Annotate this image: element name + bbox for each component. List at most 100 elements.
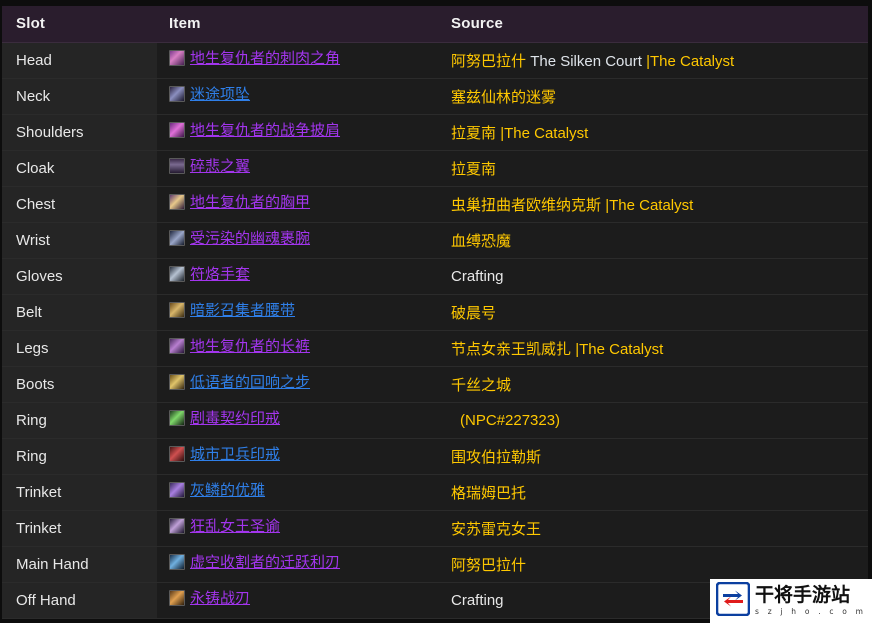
item-link[interactable]: 低语者的回响之步: [169, 374, 310, 390]
source-catalyst[interactable]: The Catalyst: [650, 53, 734, 70]
slot-cell: Off Hand: [2, 582, 157, 619]
source-boss[interactable]: 格瑞姆巴托: [451, 485, 526, 502]
source-boss[interactable]: 千丝之城: [451, 377, 511, 394]
source-cell: 安苏雷克女王: [439, 510, 868, 547]
item-link[interactable]: 虚空收割者的迁跃利刃: [169, 554, 340, 570]
source-boss[interactable]: 阿努巴拉什: [451, 557, 526, 574]
chest-icon: [169, 194, 185, 210]
source-boss[interactable]: 拉夏南: [451, 161, 496, 178]
column-header-slot[interactable]: Slot: [2, 6, 157, 43]
item-cell: 碎悲之翼: [157, 150, 439, 187]
item-cell: 狂乱女王圣谕: [157, 510, 439, 547]
source-cell: 拉夏南 |The Catalyst: [439, 114, 868, 151]
source-boss[interactable]: 虫巢扭曲者欧维纳克斯: [451, 197, 601, 214]
watermark-title: 干将手游站: [755, 584, 851, 607]
item-name: 受污染的幽魂裹腕: [190, 229, 311, 247]
slot-cell: Trinket: [2, 510, 157, 547]
item-link[interactable]: 地生复仇者的胸甲: [169, 194, 310, 210]
source-boss[interactable]: 阿努巴拉什: [451, 53, 526, 70]
source-boss[interactable]: 塞兹仙林的迷雾: [451, 89, 556, 106]
item-name: 低语者的回响之步: [190, 373, 311, 391]
source-catalyst[interactable]: The Catalyst: [609, 197, 693, 214]
item-name: 地生复仇者的长裤: [190, 337, 311, 355]
table-row: Gloves 符烙手套 Crafting: [2, 258, 868, 295]
source-boss[interactable]: 安苏雷克女王: [451, 521, 541, 538]
slot-cell: Chest: [2, 186, 157, 223]
source-boss[interactable]: 围攻伯拉勒斯: [451, 449, 541, 466]
source-cell: 格瑞姆巴托: [439, 474, 868, 511]
item-link[interactable]: 符烙手套: [169, 266, 250, 282]
boots-icon: [169, 374, 185, 390]
item-name: 永铸战刃: [190, 589, 251, 607]
item-link[interactable]: 狂乱女王圣谕: [169, 518, 280, 534]
item-name: 碎悲之翼: [190, 157, 251, 175]
slot-cell: Ring: [2, 438, 157, 475]
item-cell: 永铸战刃: [157, 582, 439, 619]
slot-cell: Ring: [2, 402, 157, 439]
trinket-icon: [169, 518, 185, 534]
gloves-icon: [169, 266, 185, 282]
source-plain: Crafting: [451, 267, 504, 285]
source-boss[interactable]: 破晨号: [451, 305, 496, 322]
item-cell: 低语者的回响之步: [157, 366, 439, 403]
ring-icon: [169, 446, 185, 462]
cloak-icon: [169, 158, 185, 174]
item-cell: 迷途项坠: [157, 78, 439, 115]
recycle-arrows-icon: [715, 581, 751, 621]
source-catalyst[interactable]: The Catalyst: [504, 125, 588, 142]
item-name: 灰鳞的优雅: [190, 481, 266, 499]
item-cell: 剧毒契约印戒: [157, 402, 439, 439]
item-link[interactable]: 地生复仇者的刺肉之角: [169, 50, 340, 66]
column-header-item[interactable]: Item: [157, 6, 439, 43]
source-cell: 虫巢扭曲者欧维纳克斯 |The Catalyst: [439, 186, 868, 223]
item-link[interactable]: 永铸战刃: [169, 590, 250, 606]
source-cell: 围攻伯拉勒斯: [439, 438, 868, 475]
table-row: Legs 地生复仇者的长裤 节点女亲王凯威扎 |The Catalyst: [2, 330, 868, 367]
table-row: Head 地生复仇者的刺肉之角 阿努巴拉什 The Silken Court |Th…: [2, 42, 868, 79]
table-row: Belt 暗影召集者腰带 破晨号: [2, 294, 868, 331]
item-link[interactable]: 暗影召集者腰带: [169, 302, 295, 318]
slot-cell: Trinket: [2, 474, 157, 511]
watermark-text: 干将手游站 s z j h o . c o m: [755, 586, 866, 616]
helm-icon: [169, 50, 185, 66]
ring-icon: [169, 410, 185, 426]
table-row: Trinket 灰鳞的优雅 格瑞姆巴托: [2, 474, 868, 511]
column-header-source[interactable]: Source: [439, 6, 868, 43]
source-boss[interactable]: 血缚恐魔: [451, 233, 511, 250]
source-zone[interactable]: The Silken Court: [530, 53, 642, 70]
item-cell: 城市卫兵印戒: [157, 438, 439, 475]
item-link[interactable]: 地生复仇者的战争披肩: [169, 122, 340, 138]
slot-cell: Gloves: [2, 258, 157, 295]
item-cell: 地生复仇者的胸甲: [157, 186, 439, 223]
item-name: 剧毒契约印戒: [190, 409, 281, 427]
source-cell: 血缚恐魔: [439, 222, 868, 259]
source-cell: 拉夏南: [439, 150, 868, 187]
slot-cell: Belt: [2, 294, 157, 331]
source-boss[interactable]: 节点女亲王凯威扎: [451, 341, 571, 358]
item-name: 地生复仇者的战争披肩: [190, 121, 341, 139]
item-link[interactable]: 城市卫兵印戒: [169, 446, 280, 462]
item-name: 狂乱女王圣谕: [190, 517, 281, 535]
item-name: 符烙手套: [190, 265, 251, 283]
item-cell: 灰鳞的优雅: [157, 474, 439, 511]
bracer-icon: [169, 230, 185, 246]
item-name: 迷途项坠: [190, 85, 251, 103]
item-link[interactable]: 灰鳞的优雅: [169, 482, 265, 498]
item-link[interactable]: 剧毒契约印戒: [169, 410, 280, 426]
source-boss[interactable]: 拉夏南: [451, 125, 496, 142]
source-catalyst[interactable]: The Catalyst: [579, 341, 663, 358]
character-gear-table: Slot Item Source Head 地生复仇者的刺肉之角 阿努巴拉什 The…: [2, 6, 868, 619]
belt-icon: [169, 302, 185, 318]
item-link[interactable]: 迷途项坠: [169, 86, 250, 102]
source-boss[interactable]: (NPC#227323): [451, 412, 560, 429]
necklace-icon: [169, 86, 185, 102]
trinket-icon: [169, 482, 185, 498]
table-row: Ring 剧毒契约印戒 (NPC#227323): [2, 402, 868, 439]
item-name: 地生复仇者的刺肉之角: [190, 49, 341, 67]
item-link[interactable]: 碎悲之翼: [169, 158, 250, 174]
source-cell: 破晨号: [439, 294, 868, 331]
item-link[interactable]: 受污染的幽魂裹腕: [169, 230, 310, 246]
source-cell: 节点女亲王凯威扎 |The Catalyst: [439, 330, 868, 367]
item-link[interactable]: 地生复仇者的长裤: [169, 338, 310, 354]
item-cell: 地生复仇者的战争披肩: [157, 114, 439, 151]
